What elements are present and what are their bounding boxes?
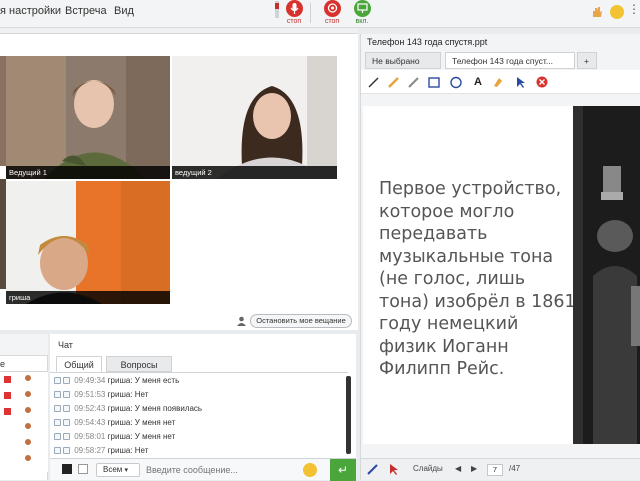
participants-header	[0, 334, 48, 356]
page-number-input[interactable]: 7	[487, 464, 503, 476]
brush-icon[interactable]	[367, 463, 379, 475]
participants-panel: е	[0, 334, 48, 480]
tab-general[interactable]: Общий	[56, 356, 102, 372]
webcam-icon	[324, 0, 341, 17]
checkbox-icon[interactable]	[54, 433, 61, 440]
page-total: /47	[509, 464, 521, 473]
mic-stop-button[interactable]: стоп	[282, 0, 306, 25]
chat-message: 09:51:53 гриша: Нет	[54, 389, 344, 401]
send-button[interactable]: ↵	[330, 459, 356, 481]
divider	[310, 3, 311, 23]
chat-composer: Всем ▾ ↵	[50, 458, 356, 481]
pointer-icon[interactable]	[513, 75, 527, 89]
eraser-icon[interactable]	[407, 75, 421, 89]
presentation-title: Телефон 143 года спустя.ppt	[367, 37, 488, 47]
slide-photo	[573, 106, 640, 444]
screen-share-label: вкл.	[355, 18, 369, 25]
checkbox-icon[interactable]	[63, 433, 70, 440]
tab-not-selected[interactable]: Не выбрано	[365, 52, 441, 69]
camera-stop-button[interactable]: стоп	[320, 0, 344, 25]
slides-label: Слайды	[413, 464, 443, 473]
participant-name: гриша	[6, 291, 170, 304]
host2-name: ведущий 2	[172, 166, 337, 179]
checkbox-icon[interactable]	[54, 447, 61, 454]
user-icon	[237, 316, 246, 326]
participants-tabbar: е	[0, 356, 48, 372]
clear-icon[interactable]	[535, 75, 549, 89]
menu-view[interactable]: Вид	[114, 5, 134, 17]
highlighter-icon[interactable]	[387, 75, 401, 89]
prev-slide-button[interactable]: ◀	[455, 464, 461, 473]
video-feed-host1	[6, 56, 170, 179]
fill-icon[interactable]	[491, 75, 505, 89]
checkbox-icon[interactable]	[54, 391, 61, 398]
screen-share-button[interactable]: вкл.	[350, 0, 374, 25]
chat-message: 09:58:01 гриша: У меня нет	[54, 431, 344, 443]
status-icons	[4, 376, 11, 415]
mic-stop-label: стоп	[286, 18, 302, 25]
microphone-icon	[286, 0, 303, 17]
color-picker-icon[interactable]	[62, 464, 72, 474]
camera-stop-label: стоп	[324, 18, 340, 25]
annotation-toolbar: A	[361, 70, 640, 94]
chevron-down-icon: ▾	[124, 467, 129, 474]
chat-scrollbar[interactable]	[346, 376, 351, 454]
checkbox-icon[interactable]	[63, 405, 70, 412]
checkbox-icon[interactable]	[63, 447, 70, 454]
monitor-icon	[354, 0, 371, 17]
emoji-icon[interactable]	[303, 463, 317, 477]
checkbox-icon[interactable]	[54, 405, 61, 412]
pointer-icon[interactable]	[387, 463, 399, 475]
chat-message: 09:54:43 гриша: У меня нет	[54, 417, 344, 429]
host1-name: Ведущий 1	[6, 166, 170, 179]
slide-text: Первое устройство, которое могло передав…	[379, 179, 576, 379]
menu-meeting[interactable]: Встреча	[65, 5, 107, 17]
video-area: Ведущий 1 ведущий 2 гриша	[0, 34, 358, 330]
raise-hand-icon[interactable]	[590, 5, 604, 19]
chat-panel: Чат Общий Вопросы 09:49:34 гриша: У меня…	[50, 334, 356, 481]
background-color-icon[interactable]	[78, 464, 88, 474]
chat-title: Чат	[58, 340, 73, 350]
checkbox-icon[interactable]	[54, 419, 61, 426]
tab-questions[interactable]: Вопросы	[106, 356, 172, 372]
video-feed-participant	[6, 181, 170, 304]
participants-list	[0, 372, 48, 472]
ellipse-icon[interactable]	[449, 75, 463, 89]
video-tile-participant[interactable]: гриша	[6, 181, 170, 304]
chat-message: 09:49:34 гриша: У меня есть	[54, 375, 344, 387]
checkbox-icon[interactable]	[54, 377, 61, 384]
recipient-select[interactable]: Всем ▾	[96, 463, 140, 477]
menu-more-icon[interactable]: ⋮	[628, 2, 640, 16]
video-feed-host2	[172, 56, 337, 179]
chat-message-input[interactable]	[146, 462, 292, 478]
emoji-icon[interactable]	[610, 5, 624, 19]
presentation-slide: Первое устройство, которое могло передав…	[363, 106, 640, 444]
add-tab-button[interactable]: +	[577, 52, 597, 69]
next-slide-button[interactable]: ▶	[471, 464, 477, 473]
pencil-icon[interactable]	[367, 75, 381, 89]
chat-message: 09:58:27 гриша: Нет	[54, 445, 344, 457]
video-tile-host2[interactable]: ведущий 2	[172, 56, 337, 179]
chat-messages: 09:49:34 гриша: У меня есть 09:51:53 гри…	[50, 372, 348, 458]
checkbox-icon[interactable]	[63, 377, 70, 384]
top-bar: я настройки Встреча Вид стоп стоп вкл. ⋮	[0, 0, 640, 28]
checkbox-icon[interactable]	[63, 419, 70, 426]
video-tile-host1[interactable]: Ведущий 1	[6, 56, 170, 179]
tab-presentation[interactable]: Телефон 143 года спуст...	[445, 52, 575, 69]
text-tool-icon[interactable]: A	[471, 75, 485, 89]
chat-message: 09:52:43 гриша: У меня появилась	[54, 403, 344, 415]
rectangle-icon[interactable]	[427, 75, 441, 89]
checkbox-icon[interactable]	[63, 391, 70, 398]
stop-broadcast-button[interactable]: Остановить мое вещание	[250, 314, 352, 328]
menu-settings[interactable]: я настройки	[0, 5, 61, 17]
presentation-footer: Слайды ◀ ▶ 7 /47	[361, 458, 640, 480]
presentation-panel: Телефон 143 года спустя.ppt Не выбрано Т…	[360, 34, 640, 480]
